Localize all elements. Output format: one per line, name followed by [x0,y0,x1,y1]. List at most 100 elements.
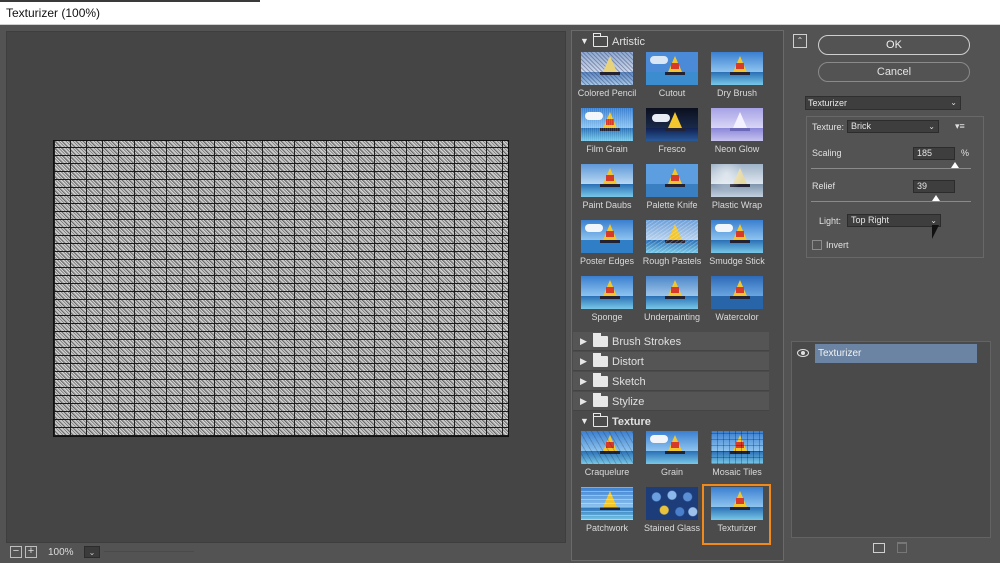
folder-distort[interactable]: ▶ Distort [573,352,769,371]
folder-brush-strokes[interactable]: ▶ Brush Strokes [573,332,769,351]
thumbnail-label: Poster Edges [579,256,635,266]
thumb-smudge-stick[interactable]: Smudge Stick [706,220,768,272]
open-folder-icon [593,413,608,427]
thumbnail-image [581,108,633,141]
thumb-underpainting[interactable]: Underpainting [641,276,703,328]
filter-select[interactable]: Texturizer ⌄ [805,96,961,110]
thumb-grain[interactable]: Grain [641,431,703,483]
closed-folder-icon [593,353,608,367]
scaling-slider-knob[interactable] [951,162,959,168]
thumb-neon-glow[interactable]: Neon Glow [706,108,768,160]
relief-input[interactable]: 39 [913,180,955,193]
thumbnail-label: Stained Glass [643,523,701,533]
folder-sketch[interactable]: ▶ Sketch [573,372,769,391]
folder-label: Distort [612,356,644,368]
relief-slider-knob[interactable] [931,195,940,201]
light-dropdown-value: Top Right [851,215,890,225]
new-effect-layer-icon[interactable] [873,543,885,553]
folder-label: Artistic [612,36,645,48]
thumbnail-label: Dry Brush [716,88,757,98]
selected-filter-highlight [702,484,771,545]
open-folder-icon [593,33,608,47]
thumb-sponge[interactable]: Sponge [576,276,638,328]
thumbnail-label: Rough Pastels [642,256,702,266]
mouse-cursor-icon [932,225,939,239]
thumb-cutout[interactable]: Cutout [641,52,703,104]
thumbnail-label: Sponge [591,312,623,322]
zoom-value: 100% [48,547,74,558]
ok-button[interactable]: OK [818,35,970,55]
thumbnail-image [581,52,633,85]
zoom-dropdown[interactable]: ⌄ [84,546,100,558]
thumbnail-label: Mosaic Tiles [712,467,762,477]
cancel-button[interactable]: Cancel [818,62,970,82]
closed-folder-icon [593,393,608,407]
scaling-slider-track[interactable] [811,168,971,169]
trash-icon[interactable] [897,542,907,553]
thumb-dry-brush[interactable]: Dry Brush [706,52,768,104]
texture-dropdown[interactable]: Brick ⌄ [847,120,939,133]
folder-label: Stylize [612,396,645,408]
thumb-craquelure[interactable]: Craquelure [576,431,638,483]
zoom-bar: − + 100% ⌄ [6,545,566,561]
thumb-colored-pencil[interactable]: Colored Pencil [576,52,638,104]
thumbnail-label: Cutout [658,88,686,98]
thumbnail-image [711,276,763,309]
thumbnail-image [646,220,698,253]
folder-label: Texture [612,416,651,428]
thumb-mosaic-tiles[interactable]: Mosaic Tiles [706,431,768,483]
collapsed-triangle-icon: ▶ [580,336,587,346]
folder-artistic[interactable]: ▼ Artistic [573,32,769,51]
effect-layer-name: Texturizer [815,344,977,363]
thumbnail-image [581,276,633,309]
thumbnail-image [646,431,698,464]
thumbnail-image [581,431,633,464]
light-dropdown[interactable]: Top Right ⌄ [847,214,941,227]
chevron-down-icon: ⌄ [950,98,957,107]
texture-menu-icon[interactable]: ▾≡ [955,121,965,132]
zoom-out-button[interactable]: − [10,546,22,558]
thumb-rough-pastels[interactable]: Rough Pastels [641,220,703,272]
thumbnail-image [646,487,698,520]
top-strip [0,0,260,2]
thumbnail-label: Neon Glow [714,144,760,154]
effect-layer-row[interactable]: Texturizer [793,344,989,363]
chevrons-up-icon[interactable]: ⌃ [793,34,807,48]
scaling-input[interactable]: 185 [913,147,955,160]
folder-stylize[interactable]: ▶ Stylize [573,392,769,411]
thumb-fresco[interactable]: Fresco [641,108,703,160]
zoom-divider [104,551,194,552]
thumb-watercolor[interactable]: Watercolor [706,276,768,328]
zoom-in-button[interactable]: + [25,546,37,558]
relief-slider-track[interactable] [811,201,971,202]
thumbnail-image [646,52,698,85]
scaling-unit: % [961,148,970,158]
thumbnail-label: Palette Knife [646,200,698,210]
thumb-poster-edges[interactable]: Poster Edges [576,220,638,272]
folder-texture[interactable]: ▼ Texture [573,412,769,431]
thumbnail-image [646,108,698,141]
thumbnail-image [581,220,633,253]
eye-icon[interactable] [797,349,809,357]
thumbnail-image [711,220,763,253]
filter-select-value: Texturizer [808,98,848,108]
thumbnail-image [711,108,763,141]
thumb-paint-daubs[interactable]: Paint Daubs [576,164,638,216]
thumb-palette-knife[interactable]: Palette Knife [641,164,703,216]
thumbnail-label: Paint Daubs [582,200,632,210]
folder-label: Sketch [612,376,646,388]
thumb-stained-glass[interactable]: Stained Glass [641,487,703,539]
thumbnail-image [646,164,698,197]
thumb-plastic-wrap[interactable]: Plastic Wrap [706,164,768,216]
expanded-triangle-icon: ▼ [580,36,589,46]
thumb-patchwork[interactable]: Patchwork [576,487,638,539]
thumb-film-grain[interactable]: Film Grain [576,108,638,160]
closed-folder-icon [593,373,608,387]
collapsed-triangle-icon: ▶ [580,396,587,406]
thumbnail-image [581,164,633,197]
invert-checkbox[interactable] [812,240,822,250]
preview-area[interactable] [6,31,566,543]
chevron-down-icon: ⌄ [928,122,935,131]
texture-label: Texture: [812,122,845,132]
thumbnail-label: Smudge Stick [709,256,765,266]
